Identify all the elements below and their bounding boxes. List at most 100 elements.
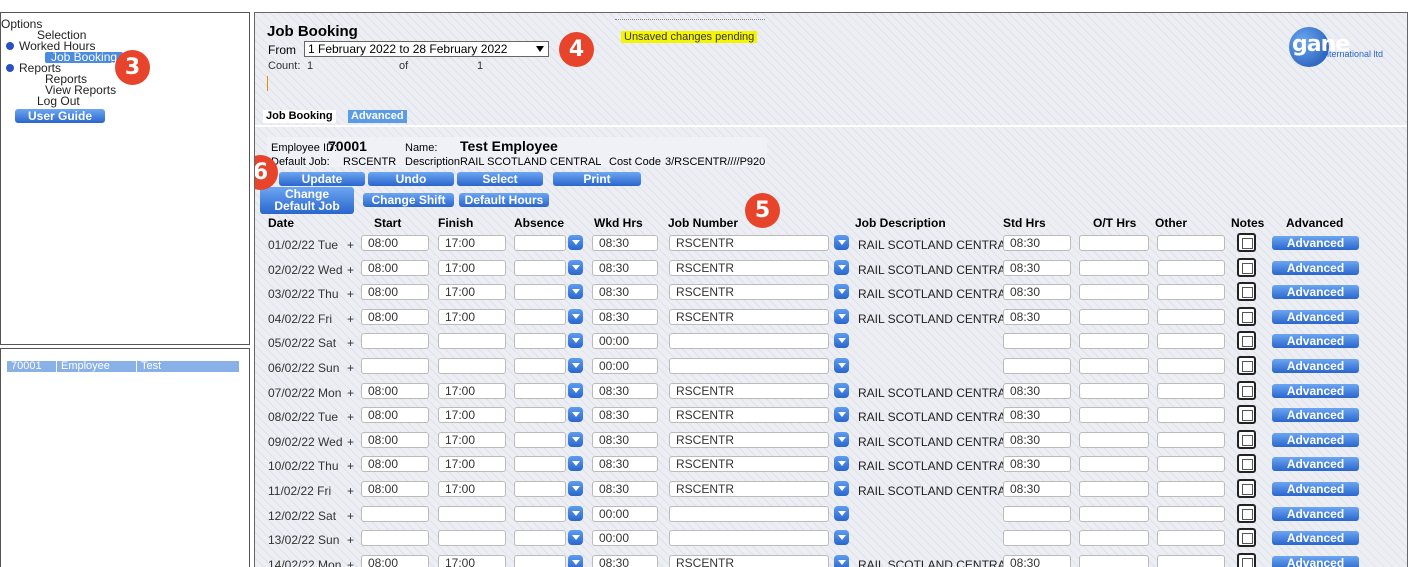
start-time-input[interactable]: 08:00	[361, 284, 429, 301]
chevron-down-icon[interactable]	[568, 259, 583, 275]
std-hours-input[interactable]	[1003, 505, 1071, 522]
row-expand-button[interactable]: +	[347, 361, 354, 375]
row-advanced-button[interactable]: Advanced	[1272, 309, 1359, 324]
worked-hours-input[interactable]: 08:30	[592, 308, 658, 325]
notes-icon[interactable]	[1237, 503, 1256, 523]
finish-time-input[interactable]: 17:00	[438, 481, 506, 497]
other-hours-input[interactable]	[1157, 554, 1225, 567]
ot-hours-input[interactable]	[1079, 505, 1149, 522]
row-expand-button[interactable]: +	[347, 238, 354, 252]
std-hours-input[interactable]: 08:30	[1003, 456, 1071, 473]
chevron-down-icon[interactable]	[834, 456, 849, 472]
finish-time-input[interactable]: 17:00	[438, 456, 506, 473]
worked-hours-input[interactable]: 08:30	[592, 456, 658, 473]
finish-time-input[interactable]: 17:00	[438, 431, 506, 448]
row-expand-button[interactable]: +	[347, 410, 354, 424]
update-button[interactable]: Update	[279, 172, 365, 186]
chevron-down-icon[interactable]	[568, 456, 583, 472]
chevron-down-icon[interactable]	[568, 481, 583, 496]
chevron-down-icon[interactable]	[834, 382, 849, 398]
chevron-down-icon[interactable]	[568, 505, 583, 521]
ot-hours-input[interactable]	[1079, 554, 1149, 567]
row-expand-button[interactable]: +	[347, 509, 354, 523]
ot-hours-input[interactable]	[1079, 284, 1149, 301]
finish-time-input[interactable]: 17:00	[438, 554, 506, 567]
chevron-down-icon[interactable]	[568, 358, 583, 373]
chevron-down-icon[interactable]	[834, 481, 849, 496]
other-hours-input[interactable]	[1157, 431, 1225, 448]
chevron-down-icon[interactable]	[834, 284, 849, 300]
std-hours-input[interactable]: 08:30	[1003, 308, 1071, 325]
notes-icon[interactable]	[1237, 528, 1256, 548]
other-hours-input[interactable]	[1157, 308, 1225, 325]
other-hours-input[interactable]	[1157, 259, 1225, 276]
other-hours-input[interactable]	[1157, 407, 1225, 424]
row-advanced-button[interactable]: Advanced	[1272, 506, 1359, 521]
finish-time-input[interactable]	[438, 530, 506, 547]
absence-select[interactable]	[514, 530, 566, 547]
chevron-down-icon[interactable]	[834, 407, 849, 423]
finish-time-input[interactable]	[438, 505, 506, 522]
std-hours-input[interactable]: 08:30	[1003, 284, 1071, 301]
start-time-input[interactable]: 08:00	[361, 481, 429, 497]
job-number-select[interactable]	[669, 333, 829, 350]
other-hours-input[interactable]	[1157, 481, 1225, 497]
change-shift-button[interactable]: Change Shift	[363, 193, 454, 207]
ot-hours-input[interactable]	[1079, 481, 1149, 497]
chevron-down-icon[interactable]	[834, 530, 849, 546]
employee-list-row[interactable]: 70001 Employee Test	[7, 361, 239, 372]
row-advanced-button[interactable]: Advanced	[1272, 482, 1359, 496]
default-hours-button[interactable]: Default Hours	[459, 193, 549, 207]
absence-select[interactable]	[514, 431, 566, 448]
ot-hours-input[interactable]	[1079, 407, 1149, 424]
notes-icon[interactable]	[1237, 552, 1256, 567]
chevron-down-icon[interactable]	[834, 554, 849, 567]
worked-hours-input[interactable]: 00:00	[592, 333, 658, 350]
undo-button[interactable]: Undo	[368, 172, 454, 186]
notes-icon[interactable]	[1237, 257, 1256, 277]
worked-hours-input[interactable]: 00:00	[592, 530, 658, 547]
user-guide-button[interactable]: User Guide	[15, 109, 105, 123]
finish-time-input[interactable]	[438, 358, 506, 374]
absence-select[interactable]	[514, 284, 566, 301]
start-time-input[interactable]: 08:00	[361, 235, 429, 251]
job-number-select[interactable]: RSCENTR	[669, 308, 829, 325]
job-number-select[interactable]: RSCENTR	[669, 259, 829, 276]
other-hours-input[interactable]	[1157, 530, 1225, 547]
notes-icon[interactable]	[1237, 331, 1256, 351]
notes-icon[interactable]	[1237, 479, 1256, 498]
worked-hours-input[interactable]: 08:30	[592, 481, 658, 497]
notes-icon[interactable]	[1237, 233, 1256, 252]
row-advanced-button[interactable]: Advanced	[1272, 408, 1359, 423]
row-expand-button[interactable]: +	[347, 558, 354, 567]
worked-hours-input[interactable]: 08:30	[592, 284, 658, 301]
notes-icon[interactable]	[1237, 454, 1256, 474]
row-advanced-button[interactable]: Advanced	[1272, 359, 1359, 373]
ot-hours-input[interactable]	[1079, 333, 1149, 350]
row-advanced-button[interactable]: Advanced	[1272, 285, 1359, 300]
chevron-down-icon[interactable]	[834, 358, 849, 373]
chevron-down-icon[interactable]	[834, 505, 849, 521]
ot-hours-input[interactable]	[1079, 235, 1149, 251]
chevron-down-icon[interactable]	[834, 333, 849, 349]
select-button[interactable]: Select	[457, 172, 543, 186]
absence-select[interactable]	[514, 259, 566, 276]
finish-time-input[interactable]: 17:00	[438, 407, 506, 424]
std-hours-input[interactable]	[1003, 333, 1071, 350]
absence-select[interactable]	[514, 333, 566, 350]
ot-hours-input[interactable]	[1079, 308, 1149, 325]
absence-select[interactable]	[514, 505, 566, 522]
worked-hours-input[interactable]: 08:30	[592, 554, 658, 567]
row-expand-button[interactable]: +	[347, 435, 354, 449]
job-number-select[interactable]: RSCENTR	[669, 407, 829, 424]
ot-hours-input[interactable]	[1079, 358, 1149, 374]
absence-select[interactable]	[514, 554, 566, 567]
absence-select[interactable]	[514, 358, 566, 374]
job-number-select[interactable]: RSCENTR	[669, 554, 829, 567]
chevron-down-icon[interactable]	[568, 333, 583, 349]
finish-time-input[interactable]	[438, 333, 506, 350]
notes-icon[interactable]	[1237, 405, 1256, 425]
worked-hours-input[interactable]: 08:30	[592, 382, 658, 399]
chevron-down-icon[interactable]	[834, 235, 849, 250]
std-hours-input[interactable]: 08:30	[1003, 259, 1071, 276]
